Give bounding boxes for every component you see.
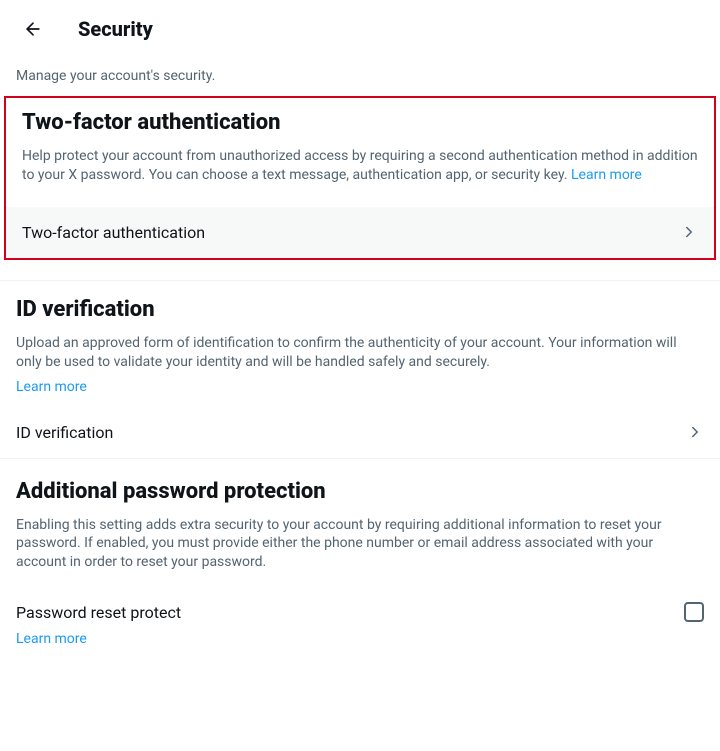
two-factor-learn-more-link[interactable]: Learn more [571, 167, 642, 183]
id-verification-row-label: ID verification [16, 423, 113, 442]
two-factor-desc: Help protect your account from unauthori… [22, 147, 698, 185]
id-verification-desc: Upload an approved form of identificatio… [16, 334, 704, 372]
id-verification-section: ID verification Upload an approved form … [0, 281, 720, 395]
page-header: Security [0, 0, 720, 58]
two-factor-title: Two-factor authentication [22, 110, 698, 135]
password-reset-protect-label: Password reset protect [16, 603, 181, 622]
id-verification-learn-more-link[interactable]: Learn more [16, 379, 87, 395]
back-button[interactable] [16, 12, 50, 46]
two-factor-row-label: Two-factor authentication [22, 223, 205, 242]
chevron-right-icon [680, 223, 698, 241]
password-protect-section: Additional password protection Enabling … [0, 459, 720, 573]
password-protect-title: Additional password protection [16, 479, 704, 504]
chevron-right-icon [686, 423, 704, 441]
id-verification-title: ID verification [16, 297, 704, 322]
password-reset-protect-checkbox[interactable] [684, 602, 704, 622]
page-subtitle: Manage your account's security. [0, 58, 720, 88]
two-factor-highlight: Two-factor authentication Help protect y… [4, 96, 716, 260]
password-protect-desc: Enabling this setting adds extra securit… [16, 516, 704, 573]
id-verification-row[interactable]: ID verification [0, 407, 720, 458]
id-verification-desc-text: Upload an approved form of identificatio… [16, 335, 677, 370]
password-protect-learn-more-link[interactable]: Learn more [16, 631, 87, 647]
two-factor-section: Two-factor authentication Help protect y… [6, 110, 714, 185]
password-reset-protect-row: Password reset protect [0, 586, 720, 628]
two-factor-row[interactable]: Two-factor authentication [6, 207, 714, 258]
page-title: Security [78, 17, 153, 41]
arrow-left-icon [23, 19, 43, 39]
